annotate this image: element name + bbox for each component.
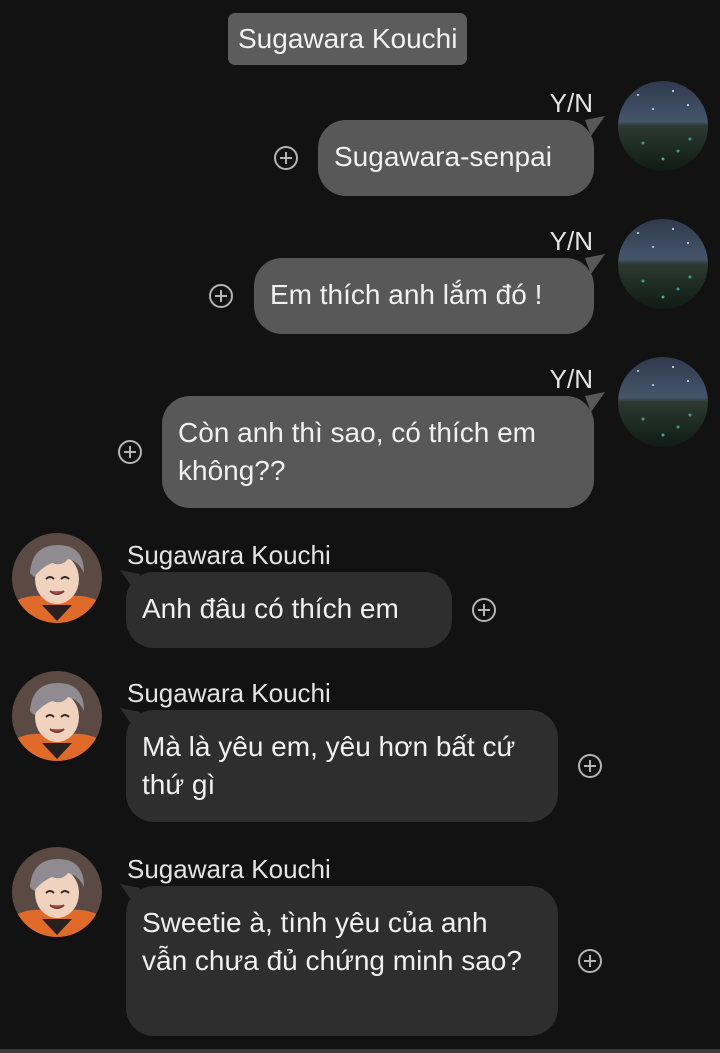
message-bubble[interactable]: Sweetie à, tình yêu của anh vẫn chưa đủ … [126, 886, 558, 1036]
character-avatar-icon [12, 847, 102, 937]
add-reaction-icon[interactable] [578, 949, 602, 973]
sender-name: Sugawara Kouchi [127, 678, 331, 708]
sender-name: Y/N [549, 88, 593, 118]
message-text: Em thích anh lắm đó ! [270, 279, 543, 310]
message-bubble[interactable]: Còn anh thì sao, có thích em không?? [162, 396, 594, 508]
message-bubble[interactable]: Mà là yêu em, yêu hơn bất cứ thứ gì [126, 710, 558, 822]
message-bubble[interactable]: Em thích anh lắm đó ! [254, 258, 594, 334]
bubble-tail [585, 116, 605, 136]
message-text: Còn anh thì sao, có thích em không?? [178, 417, 536, 486]
sender-name: Y/N [549, 364, 593, 394]
chat-title: Sugawara Kouchi [228, 13, 468, 65]
yn-avatar[interactable] [618, 357, 708, 447]
add-reaction-icon[interactable] [578, 754, 602, 778]
character-avatar-icon [12, 671, 102, 761]
message-text: Sugawara-senpai [334, 141, 552, 172]
message-text: Sweetie à, tình yêu của anh vẫn chưa đủ … [142, 907, 522, 976]
message-bubble[interactable]: Anh đâu có thích em [126, 572, 452, 648]
bubble-tail [585, 254, 605, 274]
suga-avatar[interactable] [12, 533, 102, 623]
message-text: Anh đâu có thích em [142, 593, 399, 624]
starry-field-avatar-icon [618, 219, 708, 309]
suga-avatar[interactable] [12, 671, 102, 761]
message-text: Mà là yêu em, yêu hơn bất cứ thứ gì [142, 731, 516, 800]
add-reaction-icon[interactable] [274, 146, 298, 170]
suga-avatar[interactable] [12, 847, 102, 937]
add-reaction-icon[interactable] [209, 284, 233, 308]
bottom-divider [0, 1049, 720, 1053]
yn-avatar[interactable] [618, 219, 708, 309]
yn-avatar[interactable] [618, 81, 708, 171]
sender-name: Y/N [549, 226, 593, 256]
message-bubble[interactable]: Sugawara-senpai [318, 120, 594, 196]
add-reaction-icon[interactable] [472, 598, 496, 622]
add-reaction-icon[interactable] [118, 440, 142, 464]
bubble-tail [585, 392, 605, 412]
character-avatar-icon [12, 533, 102, 623]
sender-name: Sugawara Kouchi [127, 854, 331, 884]
starry-field-avatar-icon [618, 357, 708, 447]
sender-name: Sugawara Kouchi [127, 540, 331, 570]
starry-field-avatar-icon [618, 81, 708, 171]
